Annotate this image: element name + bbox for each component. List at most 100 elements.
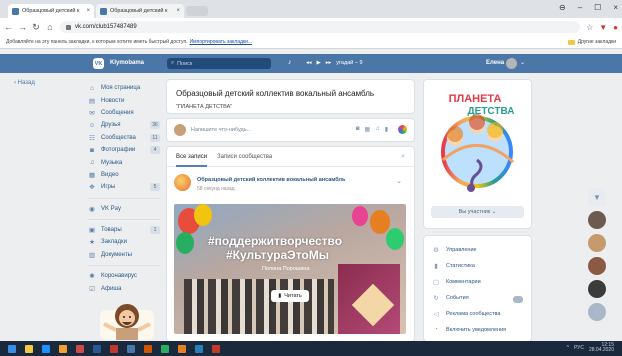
search-icon[interactable]: ⌕ [401,153,405,161]
chat-avatar[interactable] [588,211,606,229]
bell-icon[interactable]: ♪ [288,59,292,66]
taskbar-app-icon[interactable] [110,344,118,353]
menu-item-virus[interactable]: ✺ Коронавирус [88,270,160,282]
sidebar-item-events[interactable]: ↻ События [432,294,468,302]
import-bookmarks-link[interactable]: Импортировать закладки... [190,39,252,45]
minimize-button[interactable]: – [578,3,582,12]
maximize-button[interactable]: ☐ [594,3,601,12]
chat-avatar[interactable] [588,257,606,275]
sidebar-item-ads[interactable]: ◁ Реклама сообщества [432,310,501,318]
new-tab-button[interactable] [186,6,208,16]
menu-item-documents[interactable]: ▥ Документы [88,249,160,261]
address-bar[interactable]: vk.com/club157487489 [60,21,581,33]
tab-all-posts[interactable]: Все записи [176,154,207,160]
next-track-icon[interactable]: ▸▸ [326,60,332,66]
member-button[interactable]: Вы участник ⌄ [431,206,524,218]
reload-icon[interactable]: ↻ [32,22,40,33]
menu-item-friends[interactable]: ☺ Друзья 36 [88,119,160,131]
menu-item-music[interactable]: ♫ Музыка [88,156,160,168]
play-icon[interactable]: ▶ [317,60,321,66]
music-icon: ♫ [89,159,95,167]
clock[interactable]: 12:15 28.04.2020 [589,343,614,353]
other-bookmarks[interactable]: Другие закладки [567,39,616,45]
menu-item-vkpay[interactable]: ◉ VK Pay [88,203,160,215]
menu-item-goods[interactable]: ▣ Товары 1 [88,224,160,236]
video-icon[interactable]: ▦ [365,126,371,133]
close-tab-icon[interactable]: × [86,8,90,14]
close-tab-icon[interactable]: × [176,8,180,14]
menu-item-label: Коронавирус [101,273,137,280]
taskbar-app-icon[interactable] [161,344,169,353]
avatar[interactable] [506,58,517,69]
menu-item-messages[interactable]: ✉ Сообщения [88,107,160,119]
vkpay-icon: ◉ [89,205,95,213]
post-composer[interactable]: Напишите что-нибудь... ◙ ▦ ♫ ▮ [167,119,414,141]
user-name[interactable]: Елена [486,60,504,66]
menu-item-home[interactable]: ⌂ Моя страница [88,82,160,94]
taskbar-app-icon[interactable] [76,344,84,353]
poll-icon[interactable]: ▮ [385,126,388,133]
taskbar-app-icon[interactable] [93,344,101,353]
sidebar-item-notify[interactable]: ◔ Включить уведомления [432,326,506,333]
chat-list-icon[interactable]: ▼ [588,188,606,206]
tray-arrow-icon[interactable]: ^ [567,345,569,351]
home-icon[interactable]: ⌂ [46,22,54,32]
sidebar-item-stats[interactable]: ▮ Статистика [432,262,475,270]
chat-avatar[interactable] [588,280,606,298]
menu-item-label: Закладки [101,239,127,246]
menu-item-communities[interactable]: ☷ Сообщества 11 [88,132,160,144]
post-image[interactable]: #поддержитворчество #КультураЭтоМы Полин… [174,204,406,334]
menu-item-photos[interactable]: ◙ Фотографии 4 [88,144,160,156]
home-icon: ⌂ [90,84,94,92]
star-icon[interactable]: ☆ [586,23,593,32]
chevron-down-icon[interactable]: ⌄ [520,59,525,66]
music-icon[interactable]: ♫ [375,126,380,133]
events-count-badge [513,296,523,303]
taskbar-app-icon[interactable] [144,344,152,353]
close-window-button[interactable]: × [613,3,618,12]
count-badge: 5 [150,183,160,192]
menu-item-video[interactable]: ▦ Видео [88,169,160,181]
camera-icon[interactable]: ◙ [356,126,360,133]
menu-item-poster[interactable]: ☑ Афиша [88,282,160,294]
back-link[interactable]: ‹ Назад [14,80,35,86]
taskbar-app-icon[interactable] [42,344,50,353]
forward-arrow-icon[interactable]: → [18,22,27,32]
post-author[interactable]: Образцовый детский коллектив вокальный а… [197,177,345,183]
sidebar-item-comments[interactable]: ▢ Комментарии [432,278,481,286]
chat-avatar[interactable] [588,303,606,321]
opera-icon[interactable]: ● [613,23,618,32]
taskbar-app-icon[interactable] [212,344,220,353]
vk-search-input[interactable]: ⌕ Поиск [167,58,271,69]
prev-track-icon[interactable]: ◂◂ [306,60,312,66]
taskbar-app-icon[interactable] [25,344,33,353]
cart-icon[interactable]: ▼ [599,23,607,32]
taskbar-app-icon[interactable] [195,344,203,353]
read-button[interactable]: ▮ Читать [271,290,309,302]
post-time[interactable]: 58 секунд назад [197,186,235,192]
taskbar-app-icon[interactable] [178,344,186,353]
browser-tab-1[interactable]: Образцовый детский к × [8,4,94,18]
vk-brand[interactable]: Klymobama [110,60,144,66]
chat-avatar[interactable] [588,234,606,252]
menu-item-bookmarks[interactable]: ★ Закладки [88,236,160,248]
account-icon[interactable]: ⊖ [559,3,566,12]
menu-item-label: Документы [101,251,132,258]
back-arrow-icon[interactable]: ← [4,22,13,32]
taskbar-app-icon[interactable] [59,344,67,353]
menu-item-games[interactable]: ✥ Игры 5 [88,181,160,193]
sidebar-item-gear[interactable]: ⚙ Управление [432,246,477,254]
menu-item-news[interactable]: ▤ Новости [88,94,160,106]
language-indicator[interactable]: РУС [574,345,584,351]
vk-logo-icon[interactable]: VK [93,58,104,69]
start-icon[interactable] [8,344,16,353]
tab-community-posts[interactable]: Записи сообщества [217,154,272,160]
planeta-detstva-logo[interactable]: ПЛАНЕТА ДЕТСТВА [431,90,523,200]
browser-tab-2[interactable]: Образцовый детский к × [96,4,184,18]
taskbar-app-icon[interactable] [127,344,135,353]
composer-placeholder[interactable]: Напишите что-нибудь... [191,127,251,133]
color-picker-icon[interactable] [398,125,407,134]
avatar[interactable] [174,174,191,191]
chevron-down-icon[interactable]: ⌄ [396,177,402,185]
track-title[interactable]: угадай – 9 [336,60,362,66]
